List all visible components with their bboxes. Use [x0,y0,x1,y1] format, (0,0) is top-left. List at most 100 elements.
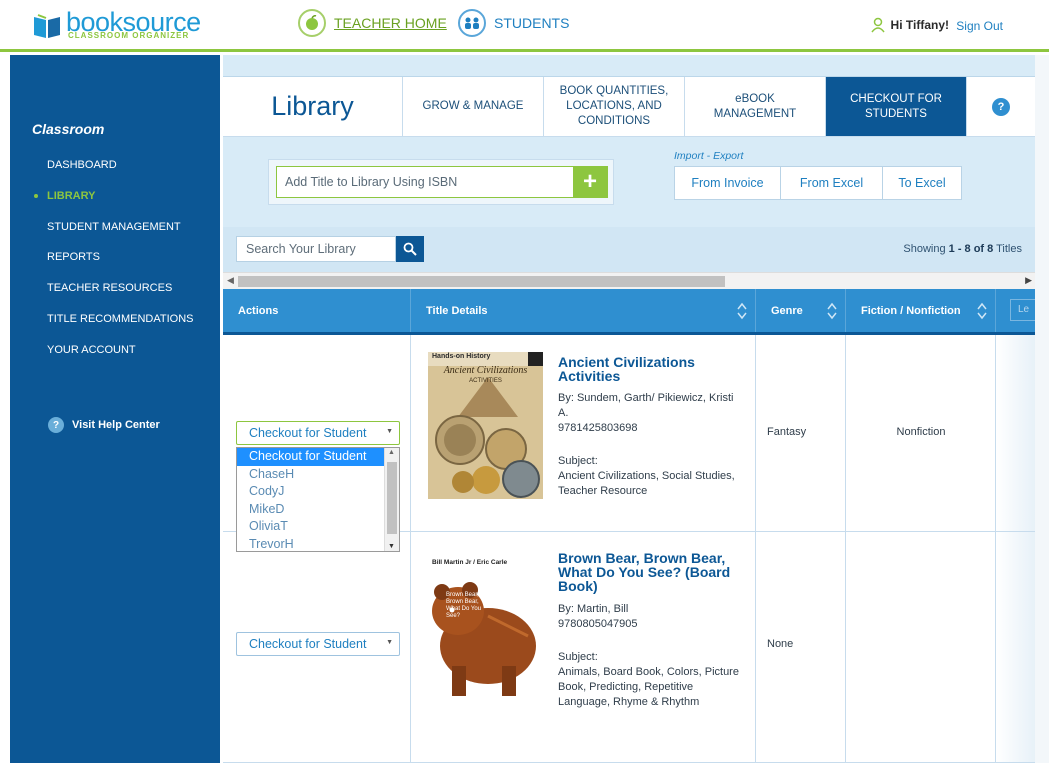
sidebar-item-your-account[interactable]: YOUR ACCOUNT [47,344,136,356]
cover-title: Brown Bear, Brown Bear, What Do You See? [446,592,482,619]
scroll-up-icon[interactable]: ▲ [388,449,395,456]
scrollbar-thumb[interactable] [238,276,725,287]
column-header-title-details-label: Title Details [426,304,488,317]
dropdown-option[interactable]: OliviaT [237,518,399,536]
table-header: Actions Title Details Genre Fiction / No… [223,289,1049,335]
to-excel-button[interactable]: To Excel [883,167,961,199]
greeting-text: Hi Tiffany! [890,18,949,32]
user-greeting: Hi Tiffany! [870,17,949,33]
tab-book-quantities[interactable]: BOOK QUANTITIES, LOCATIONS, AND CONDITIO… [544,77,685,136]
cover-subtitle: ACTIVITIES [469,378,502,384]
visit-help-center-link[interactable]: ? Visit Help Center [48,417,160,433]
dropdown-option[interactable]: MikeD [237,501,399,519]
library-tabs: Library GROW & MANAGE BOOK QUANTITIES, L… [223,77,1035,137]
dropdown-scroll-thumb[interactable] [387,462,397,534]
actions-cell: Checkout for Student ▼ [223,532,411,762]
scroll-down-icon[interactable]: ▼ [388,543,395,550]
book-authors: By: Martin, Bill [558,603,629,615]
column-header-actions-label: Actions [238,304,279,317]
isbn-field: + [276,166,608,198]
dropdown-option[interactable]: TrevorH [237,536,399,552]
booksource-logo[interactable]: booksource CLASSROOM ORGANIZER [32,7,212,43]
book-subjects: Ancient Civilizations, Social Studies, T… [558,470,735,497]
main-content: Library GROW & MANAGE BOOK QUANTITIES, L… [223,55,1049,763]
results-count: Showing 1 - 8 of 8 Titles [903,243,1022,255]
book-title-link[interactable]: Ancient Civilizations Activities [558,355,738,383]
book-subjects: Animals, Board Book, Colors, Picture Boo… [558,666,739,708]
checkout-select[interactable]: Checkout for Student ▼ [236,632,400,656]
showing-prefix: Showing [903,243,949,255]
column-header-partial: Le [996,289,1049,332]
sidebar-item-title-recommendations[interactable]: TITLE RECOMMENDATIONS [47,313,193,325]
cover-title: Ancient Civilizations [443,365,528,376]
book-subject-label: Subject: [558,455,598,467]
dropdown-scrollbar[interactable]: ▲ ▼ [384,448,399,551]
from-invoice-button[interactable]: From Invoice [675,167,781,199]
checkout-select[interactable]: Checkout for Student ▼ [236,421,400,445]
isbn-input[interactable] [277,167,573,197]
top-strip [223,55,1035,77]
user-icon [870,17,885,33]
column-header-title-details[interactable]: Title Details [411,289,756,332]
column-header-fiction-label: Fiction / Nonfiction [861,304,961,317]
nav-teacher-home-label: TEACHER HOME [334,15,447,31]
logo-subtitle: CLASSROOM ORGANIZER [68,31,190,40]
scroll-right-icon[interactable]: ▶ [1025,275,1032,286]
search-field [236,236,396,262]
book-title-link[interactable]: Brown Bear, Brown Bear, What Do You See?… [558,551,738,593]
add-isbn-button[interactable]: + [573,167,607,197]
sign-out-link[interactable]: Sign Out [956,19,1003,33]
tab-grow-manage[interactable]: GROW & MANAGE [403,77,544,136]
dropdown-option[interactable]: CodyJ [237,483,399,501]
scroll-left-icon[interactable]: ◀ [227,275,234,286]
page-vertical-scrollbar[interactable] [1035,55,1049,763]
help-icon: ? [992,97,1010,116]
sidebar-item-teacher-resources[interactable]: TEACHER RESOURCES [47,282,172,294]
book-cover-image[interactable]: Hands-on History Ancient Civilizations A… [428,352,543,499]
import-export-buttons: From Invoice From Excel To Excel [674,166,962,200]
student-dropdown[interactable]: Checkout for Student ChaseH CodyJ MikeD … [236,447,400,552]
genre-cell: None [756,532,846,762]
table-row: Checkout for Student ▼ Bill Martin Jr / … [223,532,1035,763]
nav-students-label: STUDENTS [494,15,570,31]
column-header-fiction-nonfiction[interactable]: Fiction / Nonfiction [846,289,996,332]
tab-ebook-management[interactable]: eBOOK MANAGEMENT [685,77,826,136]
book-logo-icon [34,14,60,38]
title-details-cell: Bill Martin Jr / Eric Carle Brown Bear, … [411,532,756,762]
horizontal-scrollbar[interactable]: ◀ ▶ [223,272,1035,289]
search-input[interactable] [237,237,393,261]
fiction-cell [846,532,996,762]
from-excel-button[interactable]: From Excel [781,167,883,199]
nav-teacher-home[interactable]: TEACHER HOME [298,9,447,37]
nav-students[interactable]: STUDENTS [458,9,569,37]
partial-cell [996,532,1035,762]
fiction-cell: Nonfiction [846,335,996,531]
sort-icon[interactable] [737,302,747,320]
sidebar-item-dashboard[interactable]: DASHBOARD [47,159,117,171]
tabs-help-button[interactable]: ? [967,77,1035,136]
chevron-down-icon: ▼ [386,639,393,646]
sort-icon[interactable] [977,302,987,320]
checkout-select-value: Checkout for Student [249,637,367,651]
dropdown-option[interactable]: Checkout for Student [237,448,399,466]
import-export-label: Import - Export [674,150,744,162]
tab-checkout-for-students[interactable]: CHECKOUT FOR STUDENTS [826,77,967,136]
apple-icon [298,9,326,37]
sidebar-item-reports[interactable]: REPORTS [47,251,100,263]
sort-icon[interactable] [827,302,837,320]
sidebar-item-student-management[interactable]: STUDENT MANAGEMENT [47,221,181,233]
search-button[interactable] [396,236,424,262]
book-isbn: 9780805047905 [558,618,638,630]
page-title: Library [223,77,403,136]
partial-cell [996,335,1035,531]
sidebar-item-library[interactable]: LIBRARY [33,190,95,202]
brown-bear-cover [428,556,543,701]
dropdown-option[interactable]: ChaseH [237,466,399,484]
book-cover-image[interactable]: Bill Martin Jr / Eric Carle Brown Bear, … [428,556,543,701]
book-subject-label: Subject: [558,651,598,663]
sidebar-title: Classroom [32,121,105,137]
column-header-genre[interactable]: Genre [756,289,846,332]
sidebar: Classroom DASHBOARD LIBRARY STUDENT MANA… [10,55,220,763]
genre-value: None [767,638,794,650]
column-header-actions: Actions [223,289,411,332]
